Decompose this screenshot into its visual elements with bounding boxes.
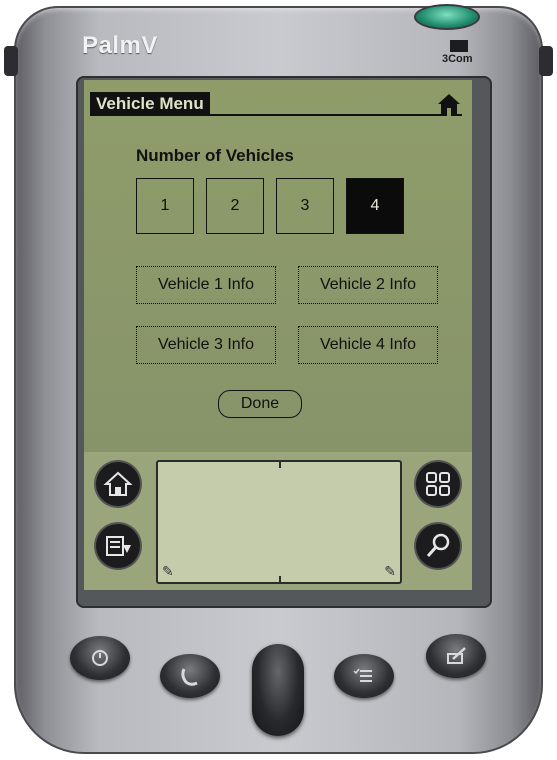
applications-icon[interactable]	[416, 462, 460, 506]
phone-book-button[interactable]	[160, 654, 220, 698]
scroll-button[interactable]	[252, 644, 304, 736]
vehicle-1-info-button[interactable]: Vehicle 1 Info	[136, 266, 276, 304]
count-button-3[interactable]: 3	[276, 178, 334, 234]
todo-list-button[interactable]	[334, 654, 394, 698]
todo-list-icon	[353, 668, 372, 682]
count-button-4[interactable]: 4	[346, 178, 404, 234]
vehicle-4-info-button[interactable]: Vehicle 4 Info	[298, 326, 438, 364]
count-button-2[interactable]: 2	[206, 178, 264, 234]
home-icon[interactable]	[96, 462, 140, 506]
memo-pad-button[interactable]	[426, 634, 486, 678]
maker-logo-mark	[450, 40, 468, 52]
abc-mode-icon[interactable]: ✎	[162, 563, 174, 580]
page-title: Vehicle Menu	[90, 92, 210, 116]
menu-icon[interactable]	[96, 524, 140, 568]
date-book-icon	[92, 650, 108, 666]
graffiti-top-divider	[279, 462, 281, 468]
find-icon[interactable]	[416, 524, 460, 568]
maker-logo: 3Com	[442, 40, 473, 70]
maker-logo-text: 3Com	[442, 53, 473, 65]
phone-book-icon	[181, 668, 198, 686]
silkscreen-area: ✎ ✎	[84, 452, 472, 590]
vehicle-2-info-button[interactable]: Vehicle 2 Info	[298, 266, 438, 304]
date-book-button[interactable]	[70, 636, 130, 680]
graffiti-bottom-divider	[279, 576, 281, 582]
device-brand: PalmV	[82, 32, 158, 59]
ir-port	[414, 4, 480, 30]
title-underline	[90, 114, 462, 116]
memo-pad-icon	[447, 647, 466, 664]
vehicle-3-info-button[interactable]: Vehicle 3 Info	[136, 326, 276, 364]
left-side-clip	[4, 46, 18, 76]
home-icon[interactable]	[436, 92, 462, 118]
graffiti-area[interactable]: ✎ ✎	[156, 460, 402, 584]
lcd-screen: Vehicle Menu Number of Vehicles 1 2 3 4 …	[84, 80, 472, 452]
section-heading: Number of Vehicles	[136, 146, 294, 165]
done-button[interactable]: Done	[218, 390, 302, 418]
count-button-1[interactable]: 1	[136, 178, 194, 234]
num-mode-icon[interactable]: ✎	[384, 563, 396, 580]
right-side-clip	[539, 46, 553, 76]
title-bar: Vehicle Menu	[90, 92, 462, 118]
